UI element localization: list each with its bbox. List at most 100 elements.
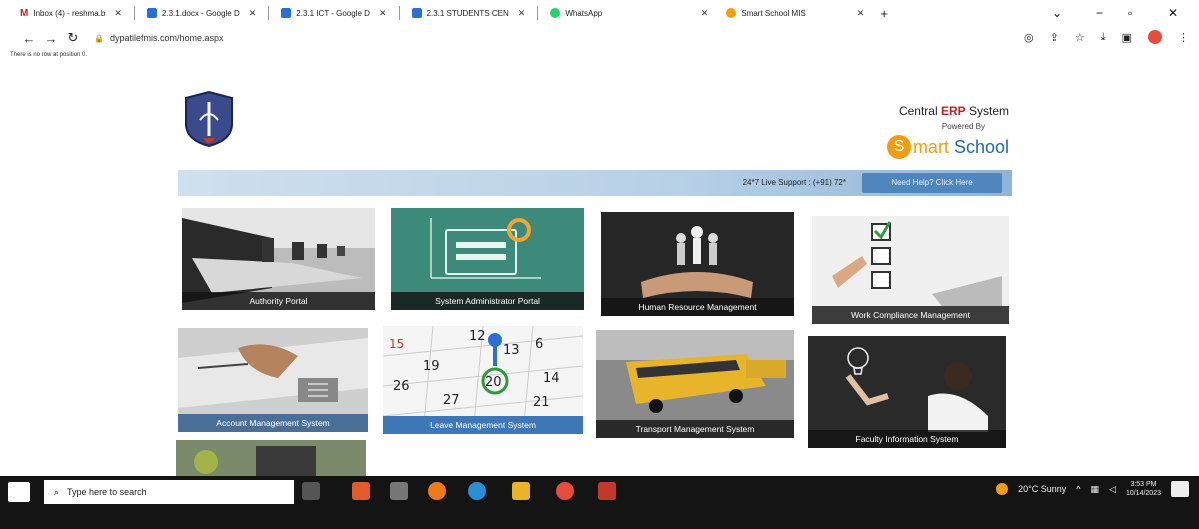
calendar-number: 13	[503, 343, 520, 358]
error-message: There is no row at position 0.	[10, 52, 88, 58]
browser-tab-bar: M Inbox (4) - reshma.b ✕ 2.3.1.docx - Go…	[0, 0, 1199, 26]
download-icon[interactable]: ⤓	[1101, 31, 1106, 44]
smart-school-logo: S mart School	[809, 135, 1009, 159]
search-placeholder: Type here to search	[67, 487, 147, 497]
close-icon[interactable]: ✕	[701, 8, 709, 19]
calendar-number: 21	[533, 395, 550, 410]
tab-smart-school[interactable]: Smart School MIS ✕	[720, 3, 870, 23]
tab-label: Smart School MIS	[741, 8, 806, 18]
tab-doc-1[interactable]: 2.3.1.docx - Google D ✕	[141, 3, 262, 23]
volume-icon[interactable]: ◁	[1109, 484, 1116, 495]
smart-school-wordmark: mart School	[912, 136, 1009, 157]
close-icon[interactable]: ✕	[114, 8, 122, 19]
system-title: Central ERP System	[898, 104, 1009, 118]
network-icon[interactable]: ▦	[1091, 484, 1100, 495]
screen: M Inbox (4) - reshma.b ✕ 2.3.1.docx - Go…	[0, 0, 1199, 529]
windows-start-icon[interactable]	[8, 482, 30, 502]
url-text: dypatilefmis.com/home.aspx	[109, 33, 224, 43]
notification-icon[interactable]	[1171, 481, 1189, 497]
windows-taskbar: ⌕ Type here to search 20°C Sunny ^ ▦ ◁ 3…	[0, 476, 1199, 529]
tab-label: 2.3.1.docx - Google D	[161, 8, 240, 18]
module-tile-leave-management[interactable]: 15 12 13 6 19 20 14 26 27 21 Leave Manag…	[383, 326, 583, 434]
calendar-number: 12	[469, 329, 486, 344]
live-support-text: 24*7 Live Support : (+91) 72*	[742, 178, 846, 187]
maximize-icon[interactable]: ▫	[1128, 6, 1132, 20]
profile-avatar[interactable]	[1148, 30, 1162, 44]
module-tile-faculty-information[interactable]: Faculty Information System	[808, 336, 1006, 448]
firefox-icon[interactable]	[428, 482, 446, 500]
tile-label: Faculty Information System	[808, 430, 1006, 448]
lock-icon: 🔒	[94, 33, 104, 43]
gmail-icon: M	[20, 8, 29, 19]
tab-inbox[interactable]: M Inbox (4) - reshma.b ✕	[14, 3, 128, 23]
taskbar-clock[interactable]: 3:53 PM 10/14/2023	[1126, 480, 1161, 498]
module-tile-human-resource[interactable]: Human Resource Management	[601, 212, 794, 316]
calendar-number: 15	[389, 337, 404, 351]
calendar-number: 19	[423, 359, 440, 374]
chrome-icon[interactable]	[556, 482, 574, 500]
office-icon[interactable]	[352, 482, 370, 500]
weather-text[interactable]: 20°C Sunny	[1018, 484, 1066, 494]
tab-whatsapp[interactable]: WhatsApp ✕	[544, 3, 714, 23]
sync-app-icon[interactable]	[390, 482, 408, 500]
support-strip: 24*7 Live Support : (+91) 72* Need Help?…	[178, 170, 1012, 196]
calendar-number: 27	[443, 393, 460, 408]
tab-doc-2[interactable]: 2.3.1 ICT - Google D ✕	[275, 3, 392, 23]
side-panel-icon[interactable]: ▣	[1122, 31, 1132, 44]
close-window-icon[interactable]: ✕	[1168, 6, 1178, 20]
back-arrow-icon[interactable]: ←	[18, 31, 40, 46]
brand-block: Central ERP System Powered By S mart Sch…	[809, 104, 1009, 159]
module-image	[176, 440, 366, 480]
minimize-icon[interactable]: −	[1096, 6, 1103, 20]
tile-label: Leave Management System	[383, 416, 583, 434]
tab-label: 2.3.1 STUDENTS CEN	[426, 8, 509, 18]
close-icon[interactable]: ✕	[379, 8, 387, 19]
close-icon[interactable]: ✕	[857, 8, 865, 19]
tile-label: Work Compliance Management	[812, 306, 1009, 324]
tab-separator	[133, 6, 135, 20]
need-help-button[interactable]: Need Help? Click Here	[862, 173, 1002, 193]
docs-icon	[281, 8, 292, 18]
app-icon[interactable]	[598, 482, 616, 500]
close-icon[interactable]: ✕	[249, 8, 257, 19]
smartschool-icon	[726, 8, 737, 18]
tab-separator	[537, 6, 539, 20]
bookmark-star-icon[interactable]: ☆	[1075, 31, 1085, 44]
whatsapp-icon	[550, 8, 561, 18]
tile-label: Human Resource Management	[601, 298, 794, 316]
url-field[interactable]: 🔒 dypatilefmis.com/home.aspx	[94, 33, 224, 43]
tab-label: WhatsApp	[565, 8, 603, 18]
powered-by: Powered By	[941, 122, 985, 131]
close-icon[interactable]: ✕	[518, 8, 526, 19]
module-tile-account-management[interactable]: Account Management System	[178, 328, 368, 432]
tile-label: System Administrator Portal	[391, 292, 584, 310]
module-tile-work-compliance[interactable]: Work Compliance Management	[812, 216, 1009, 324]
task-view-icon[interactable]	[302, 482, 320, 500]
system-tray: 20°C Sunny ^ ▦ ◁ 3:53 PM 10/14/2023	[996, 480, 1189, 498]
tab-label: Inbox (4) - reshma.b	[33, 8, 106, 18]
tab-separator	[268, 6, 270, 20]
tray-chevron-icon[interactable]: ^	[1076, 484, 1080, 494]
calendar-number: 20	[485, 375, 502, 390]
reload-icon[interactable]: ↻	[62, 30, 84, 46]
search-icon: ⌕	[54, 486, 60, 497]
file-explorer-icon[interactable]	[512, 482, 530, 500]
share-icon[interactable]: ⇪	[1050, 31, 1059, 44]
tile-label: Transport Management System	[596, 420, 794, 438]
tab-list-chevron-icon[interactable]: ⌄	[1052, 6, 1062, 20]
tab-label: 2.3.1 ICT - Google D	[296, 8, 370, 18]
google-lens-icon[interactable]: ◎	[1024, 31, 1034, 44]
module-tile-authority-portal[interactable]: Authority Portal	[182, 208, 375, 310]
module-tile-system-administrator[interactable]: System Administrator Portal	[391, 208, 584, 310]
new-tab-button[interactable]: +	[880, 6, 888, 21]
calendar-number: 26	[393, 379, 410, 394]
edge-icon[interactable]	[468, 482, 486, 500]
module-tile-partial[interactable]	[176, 440, 366, 480]
menu-kebab-icon[interactable]: ⋮	[1178, 31, 1189, 44]
tab-doc-3[interactable]: 2.3.1 STUDENTS CEN ✕	[406, 3, 532, 23]
tab-separator	[398, 6, 400, 20]
smart-school-logo-icon: S	[886, 135, 911, 159]
taskbar-search-input[interactable]: ⌕ Type here to search	[44, 480, 294, 504]
module-tile-transport-management[interactable]: Transport Management System	[596, 330, 794, 438]
forward-arrow-icon[interactable]: →	[40, 31, 62, 46]
